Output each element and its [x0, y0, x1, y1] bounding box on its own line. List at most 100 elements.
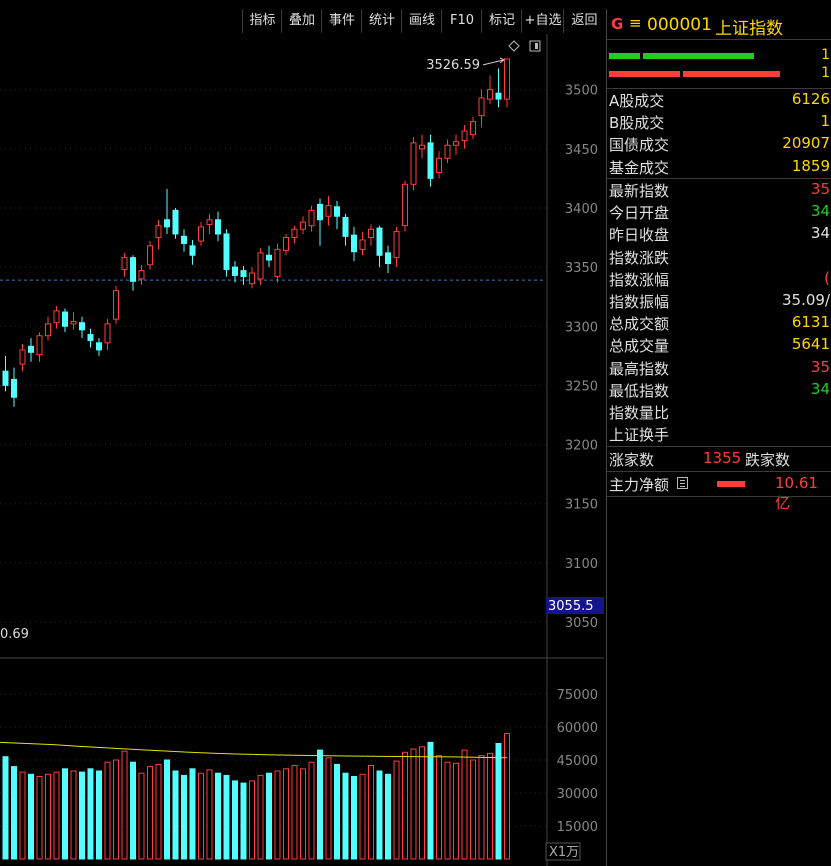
toolbar-button-0[interactable]: 指标 — [242, 9, 282, 33]
candle-body[interactable] — [436, 157, 442, 173]
volume-bar — [470, 759, 476, 860]
candle-body[interactable] — [291, 228, 298, 239]
toolbar-button-2[interactable]: 事件 — [321, 9, 362, 33]
candle-body[interactable] — [215, 219, 221, 235]
candle-body[interactable] — [283, 237, 289, 252]
candle-body[interactable] — [11, 378, 17, 398]
candle-body[interactable] — [62, 311, 68, 327]
candle-body[interactable] — [172, 209, 179, 235]
volume-bar — [393, 760, 400, 860]
volume-bar — [53, 771, 60, 860]
candle-body[interactable] — [198, 226, 204, 242]
candle-body[interactable] — [206, 219, 213, 226]
candle-body[interactable] — [368, 228, 374, 239]
info-value: ( — [824, 268, 830, 287]
candle-body[interactable] — [79, 322, 85, 331]
candle-body[interactable] — [359, 239, 366, 250]
toolbar-button-6[interactable]: 标记 — [481, 9, 522, 33]
candle-body[interactable] — [164, 219, 170, 228]
info-row: 昨日收盘 34 — [607, 223, 831, 245]
candle-body[interactable] — [232, 266, 238, 276]
info-value: 6131 — [791, 313, 830, 332]
candle-body[interactable] — [104, 323, 111, 344]
volume-bar — [215, 772, 221, 860]
volume-unit-label: X1万 — [549, 845, 579, 860]
candle-body[interactable] — [155, 225, 162, 239]
candle-body[interactable] — [223, 233, 230, 270]
toolbar-button-5[interactable]: F10 — [441, 9, 482, 33]
candle-body[interactable] — [325, 205, 332, 217]
candle-body[interactable] — [70, 321, 77, 325]
ratio-value-2: 1 — [821, 65, 830, 81]
divider — [607, 471, 831, 472]
candle-body[interactable] — [453, 141, 459, 146]
candle-body[interactable] — [317, 203, 323, 221]
candle-body[interactable] — [444, 144, 451, 159]
candle-body[interactable] — [393, 231, 400, 259]
toolbar-button-4[interactable]: 画线 — [401, 9, 442, 33]
toolbar-button-1[interactable]: 叠加 — [281, 9, 322, 33]
candle-body[interactable] — [402, 183, 408, 227]
candle-body[interactable] — [274, 248, 281, 278]
price-tick-label: 3500 — [565, 84, 598, 99]
candle-body[interactable] — [419, 144, 425, 150]
candle-body[interactable] — [410, 142, 417, 185]
candle-body[interactable] — [342, 216, 349, 237]
diamond-icon[interactable] — [508, 40, 520, 52]
toolbar-button-7[interactable]: +自选 — [521, 9, 564, 33]
candle-body[interactable] — [181, 235, 187, 244]
g-badge[interactable]: G — [611, 15, 623, 33]
volume-tick-label: 60000 — [557, 721, 598, 736]
volume-tick-label: 30000 — [557, 787, 598, 802]
candle-body[interactable] — [308, 209, 315, 227]
candle-body[interactable] — [504, 58, 510, 100]
candle-body[interactable] — [427, 142, 434, 179]
candle-body[interactable] — [138, 270, 145, 280]
candle-body[interactable] — [461, 130, 468, 142]
candle-body[interactable] — [300, 221, 306, 230]
info-row: 指数涨幅 ( — [607, 268, 831, 290]
toolbar-button-3[interactable]: 统计 — [361, 9, 402, 33]
candle-body[interactable] — [121, 257, 128, 270]
info-value: 34 — [810, 224, 830, 243]
info-label: 指数振幅 — [609, 293, 670, 311]
candle-body[interactable] — [351, 234, 357, 253]
menu-icon[interactable]: ≡ — [629, 14, 642, 32]
candle-body[interactable] — [130, 257, 136, 282]
candle-body[interactable] — [147, 245, 153, 266]
candle-body[interactable] — [240, 270, 247, 278]
candle-body[interactable] — [113, 290, 119, 320]
toolbar-button-8[interactable]: 返回 — [563, 9, 605, 33]
candle-body[interactable] — [249, 272, 255, 285]
candle-body[interactable] — [189, 245, 196, 256]
candle-body[interactable] — [2, 370, 9, 386]
info-value: 6126 — [791, 90, 830, 108]
candle-body[interactable] — [495, 92, 502, 100]
candle-body[interactable] — [257, 252, 264, 280]
volume-bar — [130, 761, 136, 860]
info-label: B股成交 — [609, 114, 665, 133]
candle-body[interactable] — [266, 254, 272, 261]
volume-bar — [87, 768, 94, 860]
volume-bar — [164, 759, 170, 860]
volume-bar — [45, 773, 51, 860]
candle-body[interactable] — [28, 345, 34, 353]
candle-body[interactable] — [376, 227, 383, 256]
candle-body[interactable] — [334, 206, 340, 217]
volume-bar — [402, 751, 408, 860]
candle-body[interactable] — [478, 97, 485, 117]
candle-body[interactable] — [19, 349, 26, 365]
candle-body[interactable] — [385, 252, 391, 265]
volume-bar — [240, 782, 247, 860]
candle-body[interactable] — [36, 335, 43, 356]
kline-chart[interactable]: 3050 3100 3150 3200 3250 3300 3350 3400 3450 3500… — [0, 34, 604, 866]
candle-body[interactable] — [470, 121, 476, 136]
quote-panel: G ≡ 000001 上证指数 1 1 A股成交 6126 B股成交 1 国债成交 209… — [606, 9, 831, 866]
candle-body[interactable] — [45, 323, 51, 337]
ratio-bar-green-2 — [643, 53, 754, 59]
candle-body[interactable] — [487, 89, 493, 100]
candle-body[interactable] — [87, 334, 94, 341]
candle-body[interactable] — [96, 342, 102, 351]
candle-body[interactable] — [53, 310, 60, 324]
list-icon[interactable] — [677, 477, 688, 489]
